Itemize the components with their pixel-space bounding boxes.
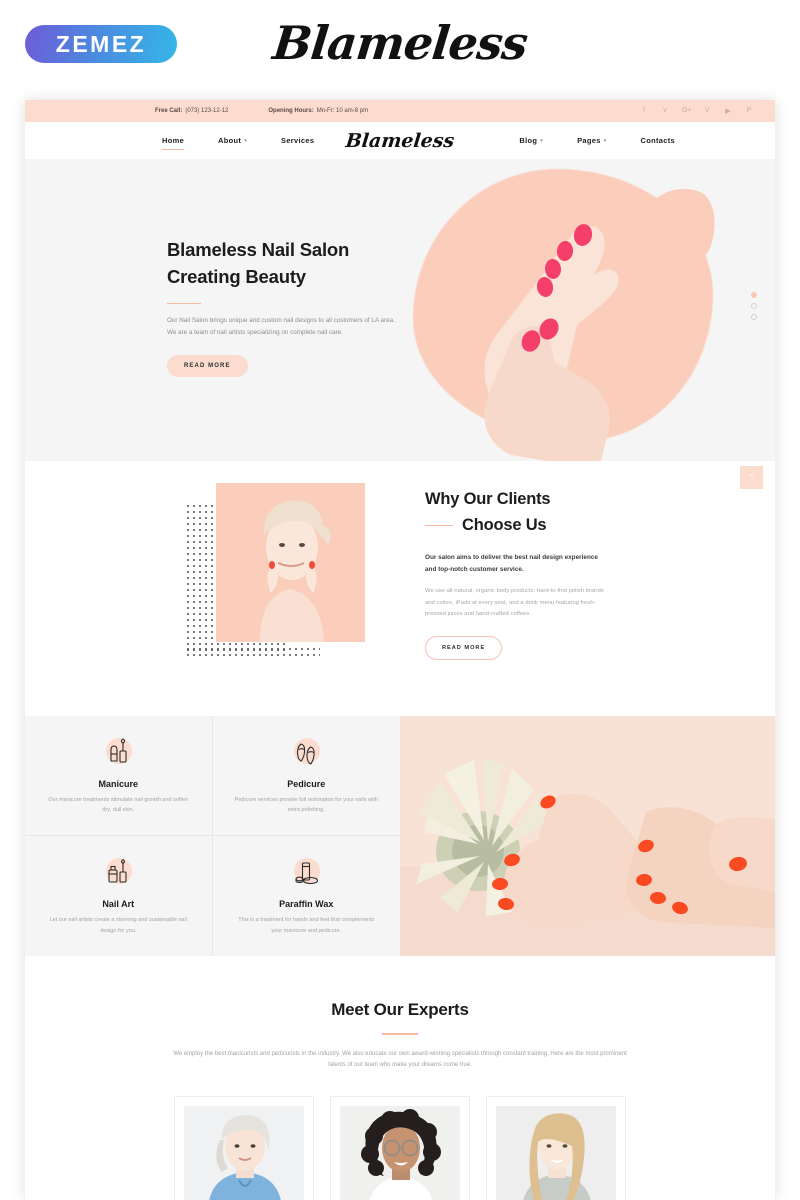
slider-dot-1[interactable] xyxy=(751,292,757,298)
team-member-card[interactable] xyxy=(330,1095,470,1200)
dot-pattern-bottom xyxy=(185,646,320,658)
nav-right-group: Blog ▾ Pages ▾ Contacts xyxy=(519,136,675,145)
team-row xyxy=(25,1095,775,1200)
why-heading-line1: Why Our Clients xyxy=(425,490,551,508)
team-member-photo-1 xyxy=(184,1105,304,1200)
service-title: Pedicure xyxy=(287,778,326,789)
team-member-photo-2 xyxy=(340,1105,460,1200)
service-card-paraffin-wax[interactable]: Paraffin Wax This is a treatment for han… xyxy=(213,836,401,956)
pedicure-icon xyxy=(288,736,324,772)
social-links: f ᴠ G+ V ▶ P xyxy=(640,107,753,115)
opening-hours: Opening Hours: Mn-Fr: 10 am-8 pm xyxy=(268,108,368,114)
service-desc: This is a treatment for hands and feet t… xyxy=(238,917,375,934)
nav-item-blog-label: Blog xyxy=(519,136,538,145)
topbar-contact-group: Free Call: (073) 123-12-12 Opening Hours:… xyxy=(155,108,368,114)
services-section: Manicure Our manicure treatments stimula… xyxy=(25,716,775,956)
nav-item-blog[interactable]: Blog ▾ xyxy=(519,136,543,145)
opening-hours-label: Opening Hours: xyxy=(268,108,314,114)
team-member-photo-3 xyxy=(496,1105,616,1200)
why-heading-divider xyxy=(425,524,453,527)
scroll-to-top-button[interactable]: ⌃ xyxy=(740,466,763,489)
hero-text-block: Blameless Nail Salon Creating Beauty Our… xyxy=(167,237,407,378)
nav-item-home-label: Home xyxy=(162,136,185,145)
chevron-down-icon: ▾ xyxy=(603,137,607,144)
manicure-icon xyxy=(100,736,136,772)
nav-item-about-label: About xyxy=(218,136,242,145)
services-grid: Manicure Our manicure treatments stimula… xyxy=(25,716,400,956)
woman-portrait-photo xyxy=(216,483,365,642)
service-desc: Our manicure treatments stimulate nail g… xyxy=(48,796,189,813)
twitter-icon[interactable]: ᴠ xyxy=(661,107,669,115)
opening-hours-value: Mn-Fr: 10 am-8 pm xyxy=(316,108,369,114)
slider-dot-3[interactable] xyxy=(751,314,757,320)
facebook-icon[interactable]: f xyxy=(640,107,648,115)
free-call-value: (073) 123-12-12 xyxy=(185,108,229,114)
hero-divider xyxy=(167,302,201,305)
why-heading: Why Our Clients Choose Us xyxy=(425,486,620,539)
why-lead-text: Our salon aims to deliver the best nail … xyxy=(425,553,598,573)
hands-photo xyxy=(451,179,681,461)
vimeo-icon[interactable]: V xyxy=(703,107,711,115)
service-title: Paraffin Wax xyxy=(279,899,334,910)
slider-pagination xyxy=(751,292,757,320)
hero-subtitle: Our Nail Salon brings unique and custom … xyxy=(167,317,395,336)
pinterest-icon[interactable]: P xyxy=(745,107,753,115)
team-member-card[interactable] xyxy=(174,1095,314,1200)
main-navigation: Blameless Home About ▾ Services Blog ▾ P… xyxy=(25,122,775,159)
service-card-pedicure[interactable]: Pedicure Pedicure services provide full … xyxy=(212,716,400,836)
top-info-bar: Free Call: (073) 123-12-12 Opening Hours:… xyxy=(25,100,775,122)
hero-title: Blameless Nail Salon Creating Beauty xyxy=(167,237,407,291)
chevron-down-icon: ▾ xyxy=(244,137,248,144)
service-desc: Pedicure services provide full restorati… xyxy=(234,796,378,813)
hands-flower-photo xyxy=(400,716,775,956)
nav-item-home[interactable]: Home xyxy=(162,136,185,150)
nav-item-pages[interactable]: Pages ▾ xyxy=(577,136,606,145)
hero-title-line2: Creating Beauty xyxy=(167,265,306,287)
experts-divider xyxy=(382,1033,418,1035)
hero-slider: Blameless Nail Salon Creating Beauty Our… xyxy=(25,159,775,461)
service-title: Nail Art xyxy=(102,899,135,910)
experts-subtitle: We employ the best manicurists and pedic… xyxy=(173,1050,627,1069)
hero-read-more-button[interactable]: READ MORE xyxy=(167,355,248,378)
why-choose-us-section: ⌃ Why Our Clients Choose Us Our salon ai… xyxy=(25,461,775,716)
slider-dot-2[interactable] xyxy=(751,303,757,309)
google-plus-icon[interactable]: G+ xyxy=(682,107,692,115)
nav-item-pages-label: Pages xyxy=(577,136,601,145)
paraffin-wax-icon xyxy=(288,856,324,892)
nav-item-services-label: Services xyxy=(281,136,315,145)
brand-strip: ZEMEZ Blameless xyxy=(0,0,800,100)
service-card-nail-art[interactable]: Nail Art Let our nail artists create a s… xyxy=(25,836,213,956)
nav-item-services[interactable]: Services xyxy=(281,136,314,145)
service-title: Manicure xyxy=(98,778,138,789)
service-desc: Let our nail artists create a stunning a… xyxy=(49,917,187,934)
service-card-manicure[interactable]: Manicure Our manicure treatments stimula… xyxy=(25,716,213,836)
team-member-card[interactable] xyxy=(486,1095,626,1200)
chevron-down-icon: ▾ xyxy=(540,137,544,144)
template-title: Blameless xyxy=(270,16,530,70)
hero-image xyxy=(403,159,775,461)
free-call: Free Call: (073) 123-12-12 xyxy=(155,108,228,114)
why-read-more-button[interactable]: READ MORE xyxy=(425,635,503,660)
nav-item-about[interactable]: About ▾ xyxy=(218,136,247,145)
youtube-icon[interactable]: ▶ xyxy=(724,107,732,115)
nail-art-icon xyxy=(100,856,136,892)
hero-title-line1: Blameless Nail Salon xyxy=(167,239,350,260)
nav-item-contacts-label: Contacts xyxy=(640,136,675,145)
why-text-block: Why Our Clients Choose Us Our salon aims… xyxy=(425,486,620,660)
why-heading-line2: Choose Us xyxy=(462,516,547,535)
nav-item-contacts[interactable]: Contacts xyxy=(641,136,676,145)
meet-our-experts-section: Meet Our Experts We employ the best mani… xyxy=(25,956,775,1200)
free-call-label: Free Call: xyxy=(155,108,183,114)
nav-left-group: Home About ▾ Services xyxy=(162,136,314,150)
experts-heading: Meet Our Experts xyxy=(331,1000,469,1019)
site-preview-frame: Free Call: (073) 123-12-12 Opening Hours:… xyxy=(25,100,775,1200)
why-body-text: We use all-natural, organic body product… xyxy=(425,588,604,618)
